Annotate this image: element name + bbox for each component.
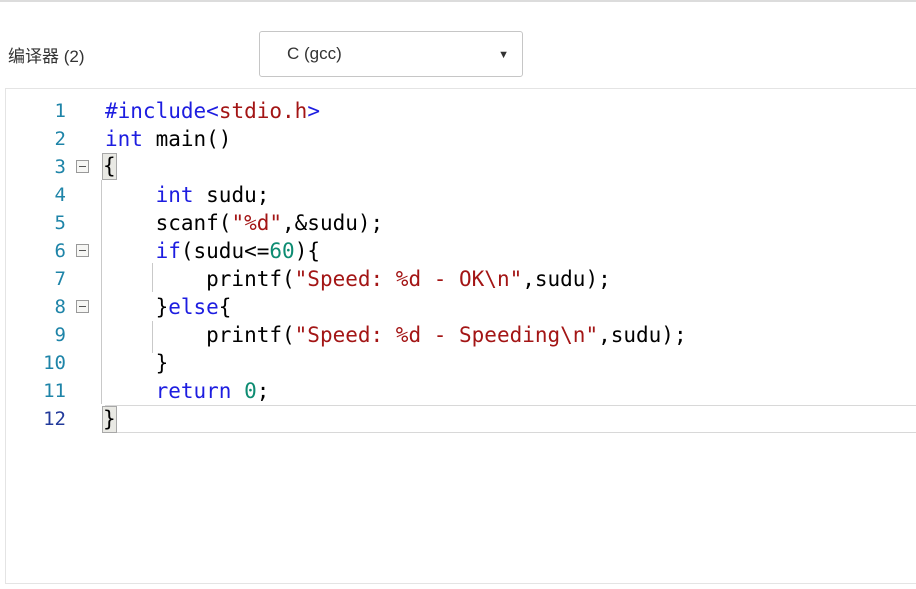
code-lines: 1 #include<stdio.h> 2 int main() 3{4 int sud… xyxy=(6,97,916,433)
code-line[interactable]: 10 } xyxy=(6,349,916,377)
code-text[interactable]: int main() xyxy=(105,125,916,153)
line-number: 3 xyxy=(54,156,66,178)
fold-guide-line xyxy=(152,263,153,292)
code-token: ,&sudu); xyxy=(282,211,384,235)
code-line[interactable]: 11 return 0; xyxy=(6,377,916,405)
fold-gutter xyxy=(66,377,105,405)
code-text[interactable]: #include<stdio.h> xyxy=(105,97,916,125)
line-number: 11 xyxy=(43,380,66,402)
code-token: scanf( xyxy=(105,211,232,235)
line-number: 9 xyxy=(54,324,66,346)
code-token: 60 xyxy=(269,239,295,263)
code-line[interactable]: 5 scanf("%d",&sudu); xyxy=(6,209,916,237)
code-token: printf( xyxy=(105,323,295,347)
code-line[interactable]: 9 printf("Speed: %d - Speeding\n",sudu); xyxy=(6,321,916,349)
code-token: (sudu<= xyxy=(180,239,270,263)
code-token: else xyxy=(168,295,219,319)
minus-icon xyxy=(79,250,86,251)
code-token: } xyxy=(105,295,169,319)
code-text[interactable]: if(sudu<=60){ xyxy=(105,237,916,265)
code-line[interactable]: 8 }else{ xyxy=(6,293,916,321)
code-token: printf( xyxy=(105,267,295,291)
fold-gutter xyxy=(66,265,105,293)
code-editor[interactable]: 1 #include<stdio.h> 2 int main() 3{4 int sud… xyxy=(5,88,916,584)
code-text[interactable]: } xyxy=(105,349,916,377)
dropdown-arrow-icon: ▼ xyxy=(498,49,509,61)
line-number: 6 xyxy=(54,240,66,262)
minus-icon xyxy=(79,166,86,167)
fold-gutter xyxy=(66,97,105,125)
code-token: int xyxy=(155,183,194,207)
fold-guide-line xyxy=(152,321,153,353)
code-token: ,sudu); xyxy=(598,323,687,347)
code-token: int xyxy=(105,127,143,151)
compiler-label: 编译器 (2) xyxy=(8,47,85,66)
code-token: sudu; xyxy=(193,183,270,207)
code-text[interactable]: printf("Speed: %d - OK\n",sudu); xyxy=(105,265,916,293)
code-line[interactable]: 1 #include<stdio.h> xyxy=(6,97,916,125)
line-number: 12 xyxy=(43,408,66,430)
code-token: < xyxy=(206,99,219,123)
line-number: 7 xyxy=(54,268,66,290)
code-line[interactable]: 2 int main() xyxy=(6,125,916,153)
line-number: 1 xyxy=(54,100,66,122)
fold-gutter xyxy=(66,125,105,153)
code-token: return xyxy=(155,379,232,403)
fold-gutter xyxy=(66,181,105,209)
compiler-select[interactable]: C (gcc) ▼ xyxy=(259,31,523,77)
code-line[interactable]: 7 printf("Speed: %d - OK\n",sudu); xyxy=(6,265,916,293)
fold-gutter xyxy=(66,349,105,377)
code-text[interactable]: return 0; xyxy=(105,377,916,405)
fold-toggle-icon[interactable] xyxy=(76,300,89,313)
code-token: "%d" xyxy=(231,211,283,235)
code-text[interactable]: scanf("%d",&sudu); xyxy=(105,209,916,237)
code-token: 0 xyxy=(244,379,257,403)
line-number: 4 xyxy=(54,184,66,206)
code-line[interactable]: 12} xyxy=(6,405,916,433)
line-number: 10 xyxy=(43,352,66,374)
code-token: if xyxy=(155,239,181,263)
code-text[interactable]: printf("Speed: %d - Speeding\n",sudu); xyxy=(105,321,916,349)
minus-icon xyxy=(79,306,86,307)
fold-gutter xyxy=(66,153,105,181)
code-token: "Speed: %d - Speeding\n" xyxy=(294,323,599,347)
fold-gutter xyxy=(66,405,105,433)
code-line[interactable]: 4 int sudu; xyxy=(6,181,916,209)
code-line[interactable]: 3{ xyxy=(6,153,916,181)
fold-gutter xyxy=(66,209,105,237)
code-token: stdio.h xyxy=(218,99,308,123)
code-token: > xyxy=(307,99,320,123)
code-token: ,sudu); xyxy=(522,267,611,291)
fold-gutter xyxy=(66,237,105,265)
code-token: "Speed: %d - OK\n" xyxy=(294,267,523,291)
code-text[interactable]: }else{ xyxy=(105,293,916,321)
line-number: 5 xyxy=(54,212,66,234)
fold-gutter xyxy=(66,293,105,321)
line-number: 8 xyxy=(54,296,66,318)
code-token: #include xyxy=(105,99,207,123)
fold-toggle-icon[interactable] xyxy=(76,244,89,257)
compiler-select-value: C (gcc) xyxy=(287,44,342,63)
code-token: } xyxy=(105,351,169,375)
code-text[interactable]: } xyxy=(102,405,916,433)
code-token: { xyxy=(218,295,232,319)
fold-toggle-icon[interactable] xyxy=(76,160,89,173)
top-divider xyxy=(0,0,916,2)
code-token: ){ xyxy=(294,239,320,263)
code-text[interactable]: { xyxy=(102,153,916,181)
code-token: ; xyxy=(256,379,270,403)
fold-guide-line xyxy=(101,180,102,404)
line-number: 2 xyxy=(54,128,66,150)
code-token: main() xyxy=(142,127,232,151)
fold-gutter xyxy=(66,321,105,349)
code-text[interactable]: int sudu; xyxy=(105,181,916,209)
code-line[interactable]: 6 if(sudu<=60){ xyxy=(6,237,916,265)
